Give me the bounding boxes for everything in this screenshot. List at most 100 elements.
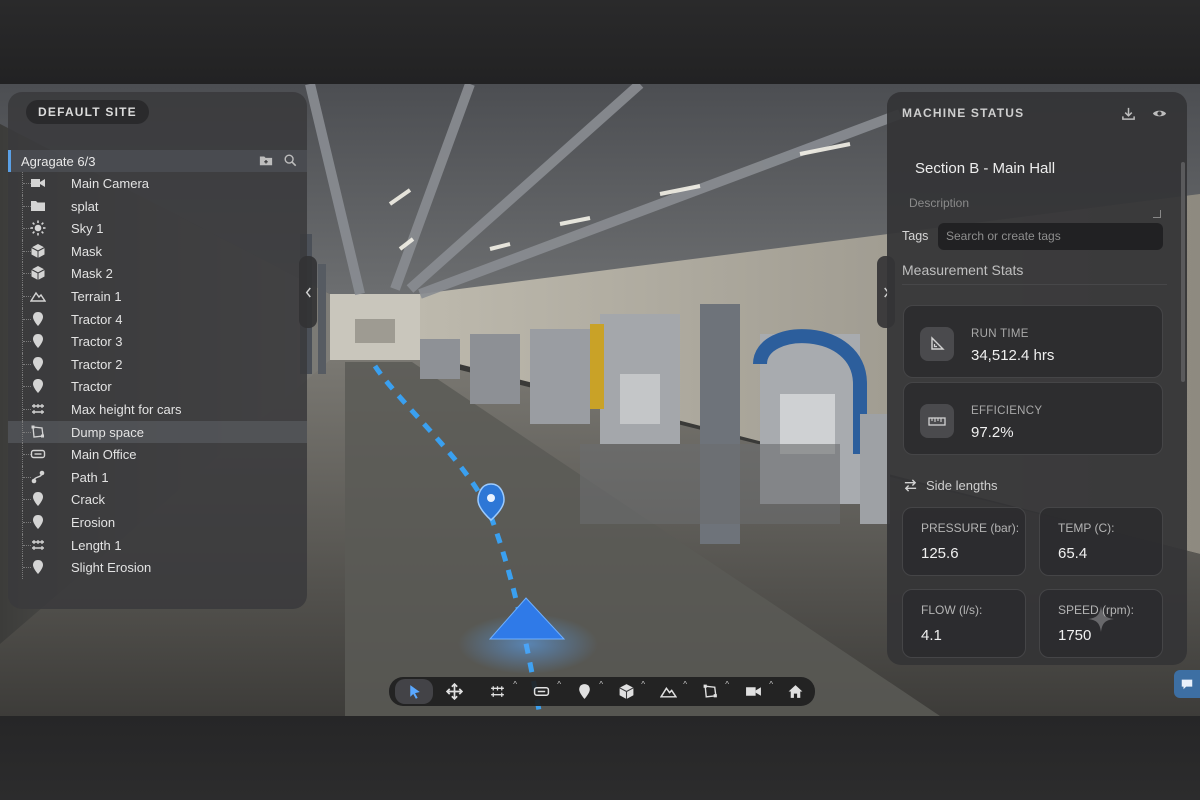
caret-up-icon[interactable]: ^ xyxy=(557,680,561,689)
area-tool-button[interactable]: ^ xyxy=(689,679,731,704)
metric-value: 4.1 xyxy=(921,627,942,644)
chat-button[interactable] xyxy=(1174,670,1200,698)
scene-tree-panel: DEFAULT SITE Agragate 6/3 Main Camera spl… xyxy=(8,92,307,609)
caret-up-icon[interactable]: ^ xyxy=(641,680,645,689)
select-tool-button[interactable] xyxy=(395,679,433,704)
chevron-left-icon xyxy=(305,287,311,297)
stat-value: 34,512.4 hrs xyxy=(971,347,1055,364)
cursor-icon xyxy=(409,685,420,699)
tree-root-row[interactable]: Agragate 6/3 xyxy=(8,150,307,172)
tree-item[interactable]: splat xyxy=(8,194,307,218)
tree-item[interactable]: Mask xyxy=(8,239,307,263)
tree-item[interactable]: Length 1 xyxy=(8,533,307,557)
swap-arrows-icon xyxy=(904,479,917,492)
metric-value: 65.4 xyxy=(1058,545,1088,562)
site-selector[interactable]: DEFAULT SITE xyxy=(26,100,149,124)
add-folder-icon[interactable] xyxy=(259,153,273,167)
tree-item[interactable]: Tractor 4 xyxy=(8,307,307,331)
tree-item-label: Max height for cars xyxy=(71,401,182,417)
tree-item-label: Length 1 xyxy=(71,537,122,553)
letterbox-bottom xyxy=(0,716,1200,800)
tree-header-actions xyxy=(259,153,297,167)
tree-item[interactable]: Sky 1 xyxy=(8,217,307,240)
tree-item[interactable]: Path 1 xyxy=(8,465,307,489)
sparkle-icon xyxy=(1088,606,1114,632)
measure-icon xyxy=(32,403,44,414)
map-pin-icon xyxy=(33,356,43,371)
tree-item[interactable]: Mask 2 xyxy=(8,262,307,285)
description-field[interactable]: Description xyxy=(901,192,1163,222)
tree-item-label: Slight Erosion xyxy=(71,560,152,576)
cube-tool-button[interactable]: ^ xyxy=(605,679,647,704)
stat-value: 97.2% xyxy=(971,424,1014,441)
side-lengths-row[interactable]: Side lengths xyxy=(903,478,998,493)
tree-item[interactable]: Erosion xyxy=(8,510,307,534)
tree-item-label: Sky 1 xyxy=(71,221,104,237)
move-tool-button[interactable] xyxy=(433,679,475,704)
download-icon[interactable] xyxy=(1121,106,1136,121)
tree-item-label: Crack xyxy=(71,492,105,508)
camera-tool-button[interactable]: ^ xyxy=(731,679,775,704)
tree-item-label: Tractor 4 xyxy=(71,311,123,327)
tree-item[interactable]: Tractor 3 xyxy=(8,330,307,353)
folder-icon xyxy=(31,200,45,211)
search-icon[interactable] xyxy=(283,153,297,167)
video-camera-icon xyxy=(31,179,45,187)
tree-item[interactable]: Slight Erosion xyxy=(8,556,307,579)
tree-item[interactable]: Crack xyxy=(8,488,307,511)
home-tool-button[interactable] xyxy=(775,679,815,704)
cube-icon xyxy=(618,684,634,699)
map-pin-icon xyxy=(33,379,43,394)
label-icon xyxy=(30,449,46,459)
pin-tool-button[interactable]: ^ xyxy=(563,679,605,704)
caret-up-icon[interactable]: ^ xyxy=(513,680,517,689)
cube-icon xyxy=(31,243,45,258)
caret-up-icon[interactable]: ^ xyxy=(769,680,773,689)
tree-item[interactable]: Dump space xyxy=(8,420,307,444)
tree-item[interactable]: Terrain 1 xyxy=(8,284,307,308)
measure-tool-button[interactable]: ^ xyxy=(475,679,519,704)
caret-up-icon[interactable]: ^ xyxy=(599,680,603,689)
tree-item-label: splat xyxy=(71,198,99,214)
path-icon xyxy=(31,470,45,484)
ruler-icon xyxy=(920,404,954,438)
tree-item-label: Tractor 2 xyxy=(71,356,123,372)
tree-root-label: Agragate 6/3 xyxy=(21,153,96,169)
tree-item[interactable]: Main Camera xyxy=(8,172,307,195)
mountain-icon xyxy=(30,291,46,302)
tree-item-label: Dump space xyxy=(71,424,144,440)
tree-item[interactable]: Max height for cars xyxy=(8,397,307,421)
panel-scrollbar[interactable] xyxy=(1181,162,1185,382)
caret-up-icon[interactable]: ^ xyxy=(725,680,729,689)
tree-item-label: Path 1 xyxy=(71,469,109,485)
metric-card-pressure: PRESSURE (bar): 125.6 xyxy=(902,507,1026,576)
map-pin-icon xyxy=(578,684,590,699)
panel-actions xyxy=(1121,106,1167,121)
tree-item-label: Mask 2 xyxy=(71,266,113,282)
metric-card-flow: FLOW (l/s): 4.1 xyxy=(902,589,1026,658)
terrain-tool-button[interactable]: ^ xyxy=(647,679,689,704)
caret-up-icon[interactable]: ^ xyxy=(683,680,687,689)
machine-status-panel: MACHINE STATUS Section B - Main Hall Des… xyxy=(887,92,1187,665)
tree-item[interactable]: Tractor 2 xyxy=(8,352,307,376)
measure-icon xyxy=(490,686,504,697)
collapse-left-panel-button[interactable] xyxy=(299,256,317,328)
mountain-icon xyxy=(659,686,677,698)
section-name[interactable]: Section B - Main Hall xyxy=(915,160,1055,177)
label-tool-button[interactable]: ^ xyxy=(519,679,563,704)
metric-label: FLOW (l/s): xyxy=(921,603,983,617)
tags-input[interactable]: Search or create tags xyxy=(938,223,1163,250)
eye-icon[interactable] xyxy=(1152,106,1167,121)
tree-item-label: Mask xyxy=(71,243,103,259)
tree-item-label: Main Camera xyxy=(71,176,150,191)
tree-item-label: Erosion xyxy=(71,514,116,530)
tree-item-label: Tractor 3 xyxy=(71,334,123,350)
metric-label: PRESSURE (bar): xyxy=(921,521,1020,535)
tree-item-label: Main Office xyxy=(71,447,137,463)
tree-item-label: Tractor xyxy=(71,379,112,395)
tree-item[interactable]: Tractor xyxy=(8,375,307,398)
map-pin-icon xyxy=(33,334,43,349)
set-square-icon xyxy=(920,327,954,361)
resize-handle-icon[interactable] xyxy=(1153,210,1161,218)
tree-item[interactable]: Main Office xyxy=(8,443,307,466)
